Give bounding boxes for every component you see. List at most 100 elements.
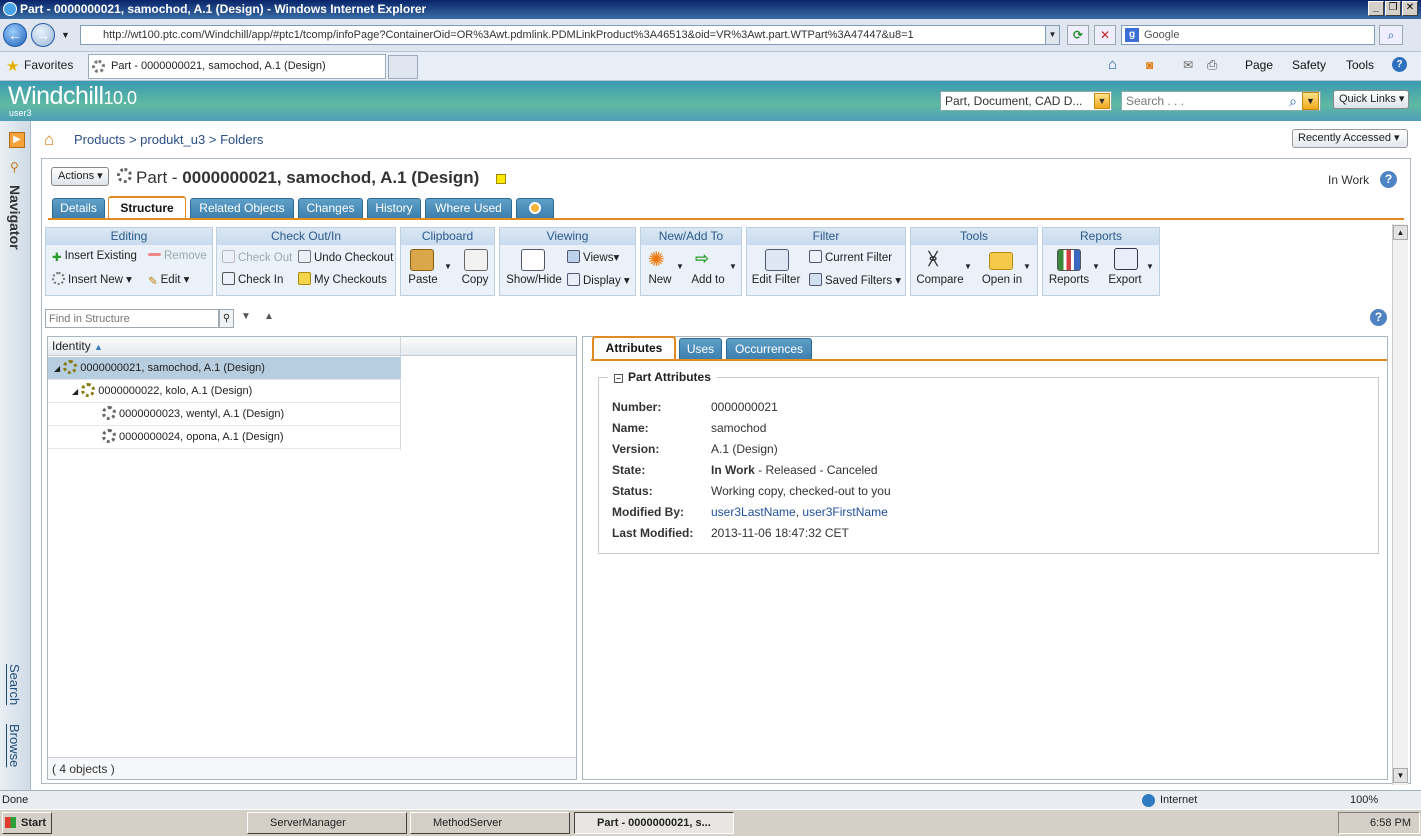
browser-search-input[interactable]: Google [1121, 25, 1375, 45]
find-next-icon[interactable]: ▼ [241, 311, 251, 322]
help-menu-icon[interactable]: ? [1392, 57, 1407, 72]
tree-row[interactable]: ◢ 0000000022, kolo, A.1 (Design) [48, 380, 401, 403]
compare-icon[interactable]: ᚸ [928, 249, 938, 269]
search-icon[interactable]: ⌕ [1284, 92, 1302, 110]
tab-structure[interactable]: Structure [108, 196, 186, 219]
show-hide-button[interactable]: Show/Hide [503, 274, 565, 286]
collapse-icon[interactable]: ◢ [72, 387, 78, 396]
home-icon[interactable]: ⌂ [1108, 56, 1117, 73]
breadcrumb-produkt[interactable]: produkt_u3 [140, 132, 205, 147]
compare-dropdown-icon[interactable]: ▼ [964, 262, 972, 271]
tab-related-objects[interactable]: Related Objects [190, 198, 294, 218]
show-hide-icon[interactable] [521, 249, 545, 271]
views-button[interactable]: Views▾ [567, 250, 619, 264]
scroll-up-icon[interactable]: ▲ [1393, 225, 1408, 240]
minimize-button[interactable]: _ [1368, 1, 1384, 16]
tab-add[interactable] [516, 198, 554, 218]
insert-existing-button[interactable]: ✚ Insert Existing [52, 250, 137, 264]
edit-filter-icon[interactable] [765, 249, 789, 271]
expand-navigator-icon[interactable]: ▶ [9, 132, 25, 148]
help-icon[interactable]: ? [1370, 309, 1387, 326]
user-lastname-link[interactable]: user3LastName [711, 505, 796, 519]
tab-attributes[interactable]: Attributes [592, 336, 676, 360]
collapse-section-icon[interactable]: − [614, 374, 623, 383]
display-button[interactable]: Display ▾ [567, 273, 630, 287]
search-go-icon[interactable]: ⌕ [1379, 25, 1403, 45]
add-to-button[interactable]: Add to [688, 274, 728, 286]
print-icon[interactable]: ⎙ [1207, 57, 1217, 73]
breadcrumb-products[interactable]: Products [74, 132, 125, 147]
taskbar-item-servermanager[interactable]: ServerManager [247, 812, 407, 834]
maximize-button[interactable]: ❐ [1385, 1, 1401, 16]
tree-row[interactable]: 0000000023, wentyl, A.1 (Design) [48, 403, 401, 426]
find-binoculars-icon[interactable]: ⚲ [219, 309, 234, 328]
undo-checkout-button[interactable]: Undo Checkout [298, 250, 393, 264]
export-button[interactable]: Export [1104, 274, 1146, 286]
find-in-structure-input[interactable] [45, 309, 219, 328]
tree-row[interactable]: 0000000024, opona, A.1 (Design) [48, 426, 401, 449]
new-button[interactable]: New [645, 274, 675, 286]
search-type-select[interactable]: Part, Document, CAD D... ▼ [940, 91, 1112, 111]
tree-column-header[interactable]: Identity ▲ [48, 337, 576, 356]
add-to-icon[interactable]: ⇨ [695, 249, 709, 269]
search-options-icon[interactable]: ▼ [1302, 92, 1319, 110]
help-icon[interactable]: ? [1380, 171, 1397, 188]
address-input[interactable]: http://wt100.ptc.com/Windchill/app/#ptc1… [80, 25, 1060, 45]
tab-occurrences[interactable]: Occurrences [726, 338, 812, 359]
page-scrollbar[interactable] [1392, 224, 1408, 785]
insert-new-button[interactable]: Insert New ▾ [52, 272, 132, 286]
new-tab-button[interactable] [388, 55, 418, 79]
copy-button[interactable]: Copy [455, 274, 495, 286]
reports-dropdown-icon[interactable]: ▼ [1092, 262, 1100, 271]
add-to-dropdown-icon[interactable]: ▼ [729, 262, 737, 271]
tab-where-used[interactable]: Where Used [425, 198, 512, 218]
browser-tab[interactable]: Part - 0000000021, samochod, A.1 (Design… [88, 54, 386, 79]
new-dropdown-icon[interactable]: ▼ [676, 262, 684, 271]
address-dropdown-icon[interactable]: ▼ [1045, 26, 1059, 44]
export-dropdown-icon[interactable]: ▼ [1146, 262, 1154, 271]
tab-history[interactable]: History [367, 198, 421, 218]
tab-changes[interactable]: Changes [298, 198, 363, 218]
recently-accessed-button[interactable]: Recently Accessed ▾ [1292, 129, 1408, 148]
remove-button[interactable]: Remove [148, 250, 207, 262]
favorites-button[interactable]: Favorites [24, 58, 73, 72]
saved-filters-button[interactable]: Saved Filters ▾ [809, 273, 901, 287]
refresh-icon[interactable]: ⟳ [1067, 25, 1089, 45]
rss-icon[interactable]: ◙ [1146, 58, 1153, 72]
zoom-level[interactable]: 100% [1350, 791, 1378, 809]
reports-chart-icon[interactable] [1057, 249, 1081, 271]
user-firstname-link[interactable]: user3FirstName [802, 505, 887, 519]
edit-filter-button[interactable]: Edit Filter [750, 274, 802, 286]
reports-button[interactable]: Reports [1046, 274, 1092, 286]
browse-link[interactable]: Browse [7, 724, 22, 767]
section-legend[interactable]: − Part Attributes [608, 370, 717, 384]
tools-menu[interactable]: Tools [1346, 58, 1374, 72]
new-icon[interactable]: ✺ [648, 247, 665, 272]
find-previous-icon[interactable]: ▲ [264, 311, 274, 322]
check-in-button[interactable]: Check In [222, 272, 283, 286]
nav-dropdown-icon[interactable]: ▼ [61, 30, 70, 40]
page-menu[interactable]: Page [1245, 58, 1273, 72]
taskbar-item-ie[interactable]: Part - 0000000021, s... [574, 812, 734, 834]
open-in-folder-icon[interactable] [989, 252, 1013, 270]
stop-icon[interactable]: ✕ [1094, 25, 1116, 45]
navigator-label[interactable]: Navigator [7, 185, 23, 250]
mail-icon[interactable]: ✉ [1183, 58, 1193, 72]
tree-row[interactable]: ◢ 0000000021, samochod, A.1 (Design) [48, 357, 401, 380]
paste-dropdown-icon[interactable]: ▼ [444, 262, 452, 271]
forward-icon[interactable]: → [31, 23, 55, 47]
search-link[interactable]: Search [7, 664, 22, 705]
back-icon[interactable]: ← [3, 23, 27, 47]
paste-button[interactable]: Paste [403, 274, 443, 286]
chevron-down-icon[interactable]: ▼ [1094, 93, 1110, 109]
quick-links-button[interactable]: Quick Links ▾ [1333, 90, 1409, 109]
open-in-button[interactable]: Open in [978, 274, 1026, 286]
safety-menu[interactable]: Safety [1292, 58, 1326, 72]
edit-button[interactable]: ✎ Edit ▾ [148, 272, 189, 288]
collapse-icon[interactable]: ◢ [54, 364, 60, 373]
close-window-button[interactable]: ✕ [1402, 1, 1418, 16]
paste-icon[interactable] [410, 249, 434, 271]
my-checkouts-button[interactable]: My Checkouts [298, 272, 387, 286]
export-icon[interactable] [1114, 248, 1138, 270]
breadcrumb-folders[interactable]: Folders [220, 132, 263, 147]
